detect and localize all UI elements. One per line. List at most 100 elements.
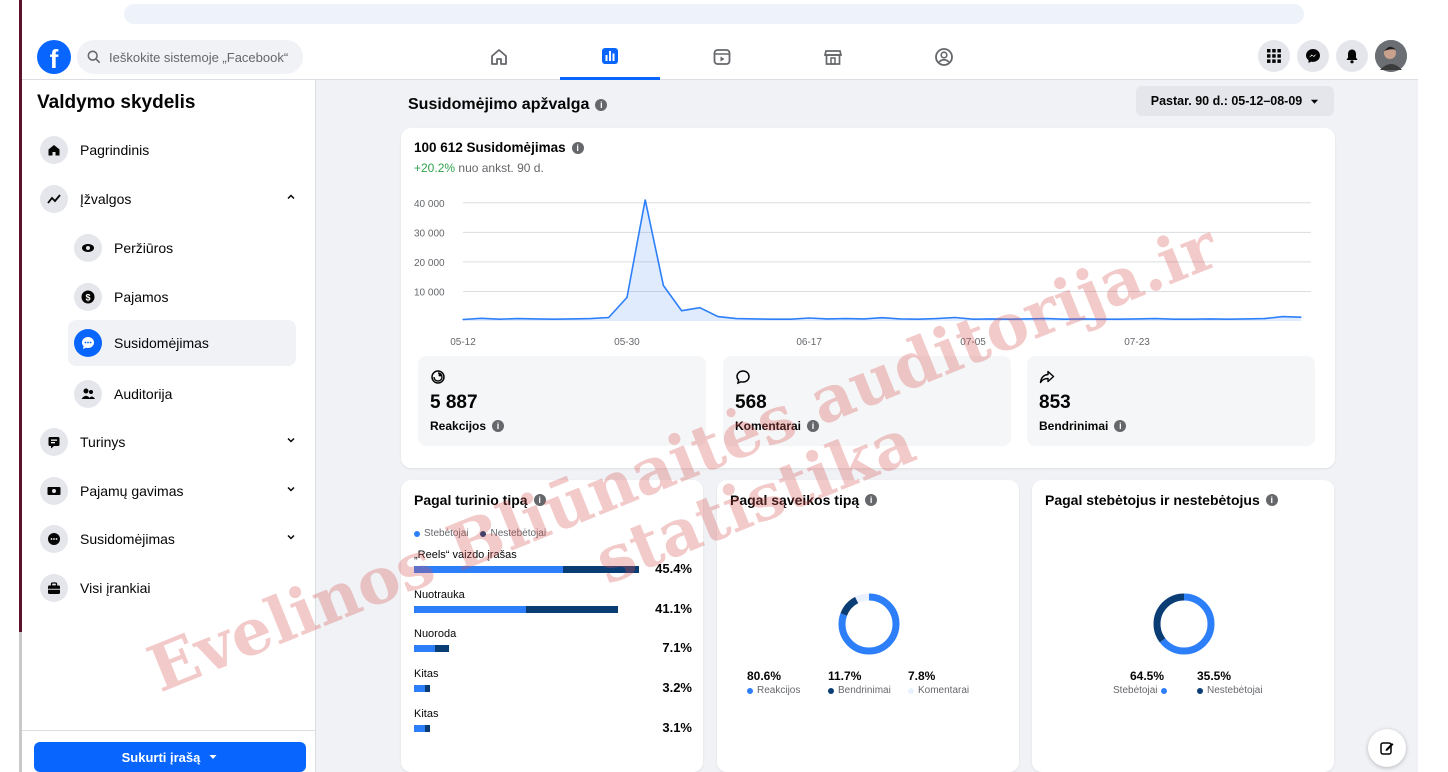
chat-icon: [40, 525, 68, 553]
donut-legend-comments: Komentarai: [908, 685, 969, 696]
nav-profile[interactable]: [894, 34, 994, 80]
data-point: [917, 318, 920, 320]
messenger-button[interactable]: [1297, 40, 1329, 72]
sidebar-item-perziuros[interactable]: Peržiūros: [30, 225, 310, 271]
donut-legend-label: Komentarai: [918, 685, 970, 696]
search-icon: [87, 50, 101, 64]
x-tick-label: 07-05: [960, 337, 986, 348]
card-title-text: Pagal sąveikos tipą: [730, 492, 860, 508]
data-point: [1154, 318, 1156, 320]
legend-label: Stebėtojai: [424, 528, 469, 539]
info-icon[interactable]: i: [533, 494, 546, 506]
stacked-bar: [414, 605, 618, 613]
address-bar[interactable]: [124, 4, 1304, 24]
info-icon[interactable]: i: [571, 141, 584, 154]
data-point: [808, 317, 810, 319]
data-point: [753, 318, 756, 320]
sidebar-item-visi-irankiai[interactable]: Visi įrankiai: [30, 565, 310, 611]
donut-legend-label: Stebėtojai: [1113, 685, 1158, 696]
data-point: [863, 318, 865, 320]
data-point: [699, 307, 701, 309]
donut-legend-label: Bendrinimai: [838, 685, 891, 696]
data-point: [553, 318, 555, 320]
menu-button[interactable]: [1258, 40, 1290, 72]
sidebar-item-pagrindinis[interactable]: Pagrindinis: [30, 127, 310, 173]
caret-down-icon: [209, 755, 217, 759]
data-point: [589, 318, 592, 320]
create-post-button[interactable]: Sukurti įrašą: [34, 742, 306, 772]
chevron-up-icon: [287, 194, 295, 200]
sidebar-item-label: Peržiūros: [114, 240, 174, 256]
sidebar-item-susidomejimas[interactable]: Susidomėjimas: [30, 516, 310, 562]
sidebar-item-susidomejimas-selected[interactable]: Susidomėjimas: [68, 320, 296, 366]
bar-segment-nonfollowers: [425, 685, 430, 693]
info-icon[interactable]: i: [1265, 494, 1278, 506]
sidebar-item-auditorija[interactable]: Auditorija: [30, 371, 310, 417]
briefcase-icon: [40, 574, 68, 602]
nav-video[interactable]: [672, 34, 772, 80]
sidebar-item-turinys[interactable]: Turinys: [30, 419, 310, 465]
x-tick-label: 06-17: [796, 337, 822, 348]
bar-segment-nonfollowers: [435, 645, 450, 653]
grid-menu-icon: [1267, 49, 1281, 63]
donut-value: 35.5%: [1197, 669, 1232, 683]
bar-segment-followers: [414, 645, 436, 653]
search-input[interactable]: Ieškokite sistemoje „Facebook“: [77, 40, 303, 74]
data-point: [954, 316, 956, 319]
date-range-dropdown[interactable]: Pastar. 90 d.: 05-12–08-09: [1136, 86, 1334, 116]
bar-segment-followers: [414, 685, 426, 693]
info-icon[interactable]: i: [1114, 420, 1127, 432]
stat-value: 5 887: [430, 392, 478, 413]
data-point: [535, 318, 537, 320]
overview-change: +20.2% nuo ankst. 90 d.: [414, 161, 544, 175]
sidebar-item-label: Įžvalgos: [80, 191, 132, 207]
info-icon[interactable]: i: [595, 99, 608, 111]
facebook-logo[interactable]: f: [37, 40, 71, 74]
sidebar-title: Valdymo skydelis: [37, 92, 196, 113]
store-icon: [823, 50, 843, 65]
main-content: Susidomėjimo apžvalga i Pastar. 90 d.: 0…: [316, 80, 1418, 772]
video-icon: [713, 49, 731, 65]
account-avatar[interactable]: [1375, 40, 1407, 72]
donut-legend-label: Reakcijos: [757, 685, 801, 696]
stacked-bar: [414, 724, 430, 732]
row-percent: 7.1%: [662, 640, 692, 656]
donut-legend-shares: Bendrinimai: [828, 685, 891, 696]
bar-segment-followers: [414, 605, 527, 613]
x-tick-label: 05-30: [614, 337, 640, 348]
row-label: Nuoroda: [414, 628, 457, 641]
data-point: [1063, 318, 1065, 320]
y-tick-label: 20 000: [414, 258, 445, 269]
nav-dashboard[interactable]: [560, 34, 660, 80]
engagement-overview-card: 100 612 Susidomėjimas i +20.2% nuo ankst…: [401, 128, 1335, 468]
y-tick-label: 40 000: [414, 199, 445, 210]
nav-marketplace[interactable]: [783, 34, 883, 80]
donut-legend-followers: Stebėtojai: [1113, 685, 1168, 696]
data-point: [1172, 318, 1175, 320]
data-point: [644, 199, 646, 201]
sidebar-item-izvalgos[interactable]: Įžvalgos: [30, 176, 310, 222]
nav-home[interactable]: [449, 34, 549, 80]
stacked-bar: [414, 685, 430, 693]
data-point: [662, 284, 664, 287]
compose-button[interactable]: [1368, 729, 1406, 767]
sidebar-item-pajamos[interactable]: $ Pajamos: [30, 274, 310, 320]
y-tick-label: 30 000: [414, 228, 445, 239]
followers-card: Pagal stebėtojus ir nestebėtojus i 64.5% …: [1032, 480, 1334, 772]
donut-legend-reactions: Reakcijos: [747, 685, 800, 696]
stat-label-text: Reakcijos: [430, 419, 487, 433]
info-icon[interactable]: i: [865, 494, 878, 506]
info-icon[interactable]: i: [492, 420, 505, 432]
content-type-row: Kitas 3.2%: [414, 668, 692, 698]
stat-label-text: Bendrinimai: [1039, 419, 1109, 433]
bar-segment-nonfollowers: [562, 566, 639, 573]
content-type-card: Pagal turinio tipą i Stebėtojai Nestebėto…: [401, 480, 703, 772]
top-navigation: f Ieškokite sistemoje „Facebook“: [22, 34, 1418, 80]
sidebar-item-pajamu-gavimas[interactable]: Pajamų gavimas: [30, 468, 310, 514]
people-icon: [74, 380, 102, 408]
legend-label: Nestebėtojai: [490, 528, 547, 539]
notifications-button[interactable]: [1336, 40, 1368, 72]
info-icon[interactable]: i: [807, 420, 820, 432]
trend-icon: [40, 185, 68, 213]
section-title-text: Susidomėjimo apžvalga: [408, 96, 590, 113]
